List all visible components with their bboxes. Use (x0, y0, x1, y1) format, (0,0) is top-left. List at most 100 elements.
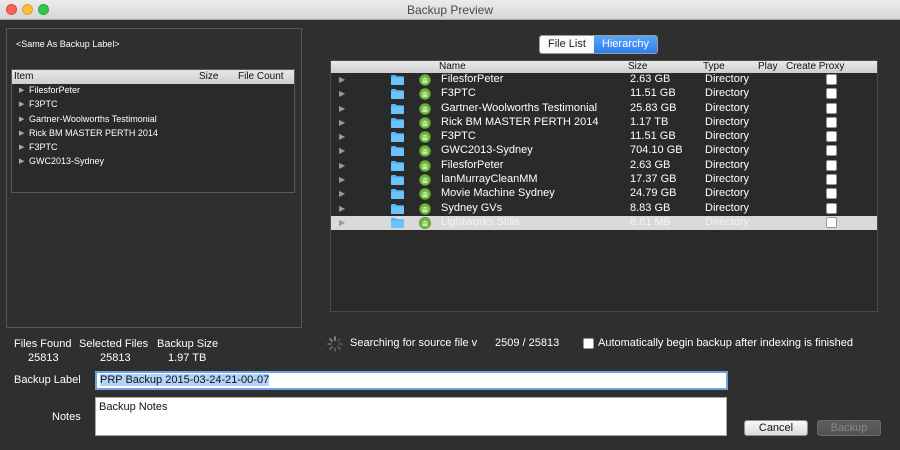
disclosure-triangle-icon[interactable]: ▶ (339, 75, 345, 84)
row-size: 2.63 GB (630, 73, 671, 85)
tree-column-size[interactable]: Size (199, 71, 218, 82)
table-row[interactable]: ▶ F3PTC 11.51 GB Directory (331, 87, 877, 101)
window-title: Backup Preview (406, 3, 494, 17)
create-proxy-checkbox[interactable] (826, 174, 837, 186)
create-proxy-checkbox[interactable] (826, 131, 837, 143)
table-row[interactable]: ▶ FilesforPeter 2.63 GB Directory (331, 159, 877, 173)
create-proxy-checkbox[interactable] (826, 202, 837, 214)
table-row[interactable]: ▶ Movie Machine Sydney 24.79 GB Directory (331, 187, 877, 201)
row-size: 1.17 TB (630, 115, 669, 128)
disclosure-triangle-icon[interactable]: ▶ (19, 100, 24, 108)
disclosure-triangle-icon[interactable]: ▶ (339, 89, 345, 98)
folder-icon (391, 103, 404, 114)
backup-button[interactable]: Backup (817, 420, 881, 436)
folder-icon (391, 175, 404, 186)
create-proxy-checkbox[interactable] (826, 159, 837, 171)
column-type[interactable]: Type (703, 61, 725, 72)
android-icon (419, 188, 431, 201)
tree-item-label: F3PTC (29, 142, 58, 153)
table-row[interactable]: ▶ F3PTC 11.51 GB Directory (331, 130, 877, 144)
disclosure-triangle-icon[interactable]: ▶ (339, 218, 345, 227)
create-proxy-checkbox[interactable] (826, 145, 837, 157)
view-mode-toggle: File List Hierarchy (539, 35, 658, 54)
disclosure-triangle-icon[interactable]: ▶ (339, 161, 345, 170)
title-bar: Backup Preview (0, 0, 900, 20)
tree-item[interactable]: ▶ GWC2013-Sydney (12, 155, 294, 169)
tree-item-label: GWC2013-Sydney (29, 156, 105, 167)
disclosure-triangle-icon[interactable]: ▶ (339, 132, 345, 141)
create-proxy-checkbox[interactable] (826, 88, 837, 100)
row-type: Directory (705, 187, 750, 200)
row-size: 24.79 GB (630, 187, 677, 200)
row-name: Rick BM MASTER PERTH 2014 (441, 115, 599, 128)
folder-icon (391, 160, 404, 171)
create-proxy-checkbox[interactable] (826, 74, 837, 85)
android-icon (419, 88, 431, 101)
disclosure-triangle-icon[interactable]: ▶ (339, 189, 345, 198)
table-row[interactable]: ▶ GWC2013-Sydney 704.10 GB Directory (331, 144, 877, 158)
row-size: 17.37 GB (630, 173, 677, 186)
backup-tree-list[interactable]: Item Size File Count ▶ FilesforPeter ▶ F3PT… (11, 69, 295, 193)
backup-label-field-label: Backup Label (14, 374, 81, 386)
tree-column-file-count[interactable]: File Count (238, 71, 284, 82)
create-proxy-checkbox[interactable] (826, 102, 837, 114)
row-size: 8.81 MB (630, 215, 671, 228)
disclosure-triangle-icon[interactable]: ▶ (19, 115, 24, 123)
cancel-button[interactable]: Cancel (744, 420, 808, 436)
create-proxy-checkbox[interactable] (826, 216, 837, 228)
tree-item[interactable]: ▶ F3PTC (12, 141, 294, 155)
row-name: IanMurrayCleanMM (441, 173, 538, 186)
row-type: Directory (705, 144, 750, 157)
table-row[interactable]: ▶ Lightworks Stills 8.81 MB Directory (331, 215, 877, 231)
table-row[interactable]: ▶ Sydney GVs 8.83 GB Directory (331, 202, 877, 216)
backup-label-value: PRP Backup 2015-03-24-21-00-07 (100, 374, 270, 386)
tree-item[interactable]: ▶ FilesforPeter (12, 84, 294, 98)
auto-begin-checkbox[interactable] (583, 338, 594, 349)
tree-item[interactable]: ▶ Gartner-Woolworths Testimonial (12, 113, 294, 127)
selected-files-label: Selected Files (79, 338, 149, 350)
android-icon (419, 116, 431, 129)
column-name[interactable]: Name (439, 61, 466, 72)
disclosure-triangle-icon[interactable]: ▶ (19, 86, 24, 94)
create-proxy-checkbox[interactable] (826, 116, 837, 128)
table-row[interactable]: ▶ Gartner-Woolworths Testimonial 25.83 GB D… (331, 102, 877, 116)
folder-icon (391, 75, 404, 85)
disclosure-triangle-icon[interactable]: ▶ (339, 146, 345, 155)
column-create-proxy[interactable]: Create Proxy (786, 61, 844, 72)
backup-group-label: <Same As Backup Label> (16, 39, 120, 49)
tab-file-list[interactable]: File List (540, 36, 594, 53)
disclosure-triangle-icon[interactable]: ▶ (339, 118, 345, 127)
backup-label-input[interactable]: PRP Backup 2015-03-24-21-00-07 (95, 371, 728, 390)
table-row[interactable]: ▶ IanMurrayCleanMM 17.37 GB Directory (331, 173, 877, 187)
notes-textarea[interactable]: Backup Notes (95, 397, 727, 436)
row-name: FilesforPeter (441, 158, 504, 171)
tree-item[interactable]: ▶ F3PTC (12, 98, 294, 112)
disclosure-triangle-icon[interactable]: ▶ (19, 129, 24, 137)
row-name: F3PTC (441, 130, 476, 143)
row-size: 8.83 GB (630, 201, 671, 214)
column-play[interactable]: Play (758, 61, 777, 72)
disclosure-triangle-icon[interactable]: ▶ (19, 143, 24, 151)
backup-label-panel: <Same As Backup Label> Item Size File Co… (6, 28, 302, 328)
create-proxy-checkbox[interactable] (826, 188, 837, 200)
tree-column-item[interactable]: Item (14, 71, 33, 82)
tree-item[interactable]: ▶ Rick BM MASTER PERTH 2014 (12, 127, 294, 141)
tree-item-label: FilesforPeter (29, 85, 81, 95)
disclosure-triangle-icon[interactable]: ▶ (339, 175, 345, 184)
row-type: Directory (705, 173, 750, 186)
tab-hierarchy[interactable]: Hierarchy (593, 36, 657, 53)
column-size[interactable]: Size (628, 61, 647, 72)
disclosure-triangle-icon[interactable]: ▶ (19, 157, 24, 165)
auto-begin-label: Automatically begin backup after indexin… (598, 337, 853, 349)
file-hierarchy-list[interactable]: Name Size Type Play Create Proxy ▶ Filesf… (330, 60, 878, 312)
disclosure-triangle-icon[interactable]: ▶ (339, 104, 345, 113)
disclosure-triangle-icon[interactable]: ▶ (339, 204, 345, 213)
table-row[interactable]: ▶ FilesforPeter 2.63 GB Directory (331, 73, 877, 87)
table-row[interactable]: ▶ Rick BM MASTER PERTH 2014 1.17 TB Directo… (331, 116, 877, 130)
folder-icon (391, 132, 404, 143)
progress-spinner-icon (327, 336, 343, 352)
files-found-label: Files Found (14, 338, 72, 350)
row-type: Directory (705, 201, 750, 214)
folder-icon (391, 203, 404, 214)
tree-item-label: Rick BM MASTER PERTH 2014 (29, 127, 158, 138)
